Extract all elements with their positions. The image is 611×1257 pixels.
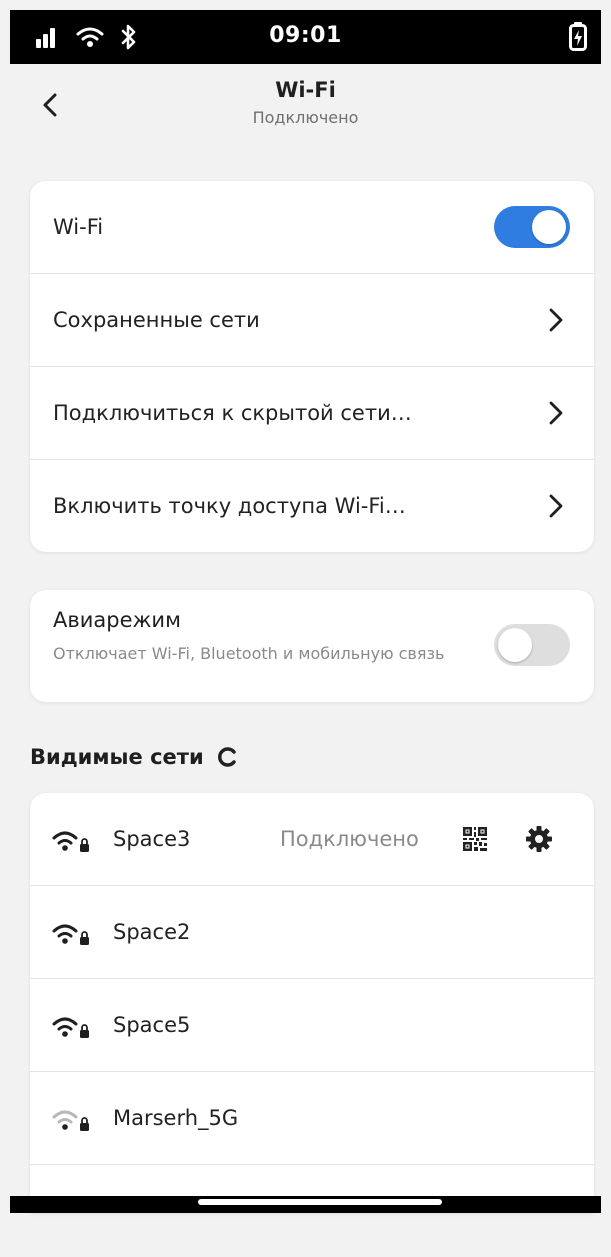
header: Wi-Fi Подключено: [0, 64, 611, 154]
saved-networks-label: Сохраненные сети: [53, 308, 260, 332]
airplane-mode-toggle[interactable]: [494, 624, 570, 666]
hotspot-row[interactable]: Включить точку доступа Wi-Fi…: [30, 460, 594, 552]
hidden-network-row[interactable]: Подключиться к скрытой сети…: [30, 367, 594, 460]
network-name: Marserh_5G: [113, 1106, 239, 1130]
visible-networks-header: Видимые сети: [30, 745, 238, 769]
wifi-locked-strong-icon: [52, 924, 89, 945]
page-subtitle: Подключено: [252, 108, 359, 127]
network-name: Space5: [113, 1013, 191, 1037]
status-bar: 09:01: [10, 10, 601, 64]
saved-networks-row[interactable]: Сохраненные сети: [30, 274, 594, 367]
battery-charging-icon: [569, 22, 587, 51]
chevron-right-icon: [549, 308, 563, 332]
airplane-mode-title: Авиарежим: [53, 608, 181, 632]
wifi-toggle[interactable]: [494, 206, 570, 248]
network-row[interactable]: Space2: [30, 886, 594, 979]
airplane-mode-description: Отключает Wi-Fi, Bluetooth и мобильную с…: [53, 644, 445, 663]
gear-icon[interactable]: [525, 825, 553, 853]
home-indicator[interactable]: [198, 1199, 442, 1205]
toggle-knob: [532, 210, 566, 244]
qr-code-icon[interactable]: [462, 826, 488, 852]
networks-list-card: Space3 Подключено Space2 Space5 Marserh_…: [30, 793, 594, 1213]
wifi-settings-card: Wi-Fi Сохраненные сети Подключиться к ск…: [30, 181, 594, 552]
loading-spinner-icon: [217, 747, 236, 767]
home-indicator-bar: [10, 1196, 601, 1213]
network-name: Space3: [113, 827, 191, 851]
wifi-locked-strong-icon: [52, 831, 89, 852]
wifi-locked-weak-icon: [52, 1110, 89, 1131]
network-status: Подключено: [280, 827, 419, 851]
chevron-right-icon: [549, 494, 563, 518]
network-row[interactable]: Space3 Подключено: [30, 793, 594, 886]
network-name: Space2: [113, 920, 191, 944]
airplane-mode-card[interactable]: Авиарежим Отключает Wi-Fi, Bluetooth и м…: [30, 590, 594, 702]
hidden-network-label: Подключиться к скрытой сети…: [53, 401, 412, 425]
network-row[interactable]: Marserh_5G: [30, 1072, 594, 1165]
hotspot-label: Включить точку доступа Wi-Fi…: [53, 494, 406, 518]
chevron-right-icon: [549, 401, 563, 425]
wifi-label: Wi-Fi: [53, 215, 104, 239]
wifi-locked-strong-icon: [52, 1017, 89, 1038]
page-title: Wi-Fi: [275, 78, 336, 102]
wifi-toggle-row[interactable]: Wi-Fi: [30, 181, 594, 274]
network-row[interactable]: Space5: [30, 979, 594, 1072]
visible-networks-title: Видимые сети: [30, 745, 204, 769]
clock: 09:01: [269, 23, 342, 48]
toggle-knob: [498, 628, 532, 662]
